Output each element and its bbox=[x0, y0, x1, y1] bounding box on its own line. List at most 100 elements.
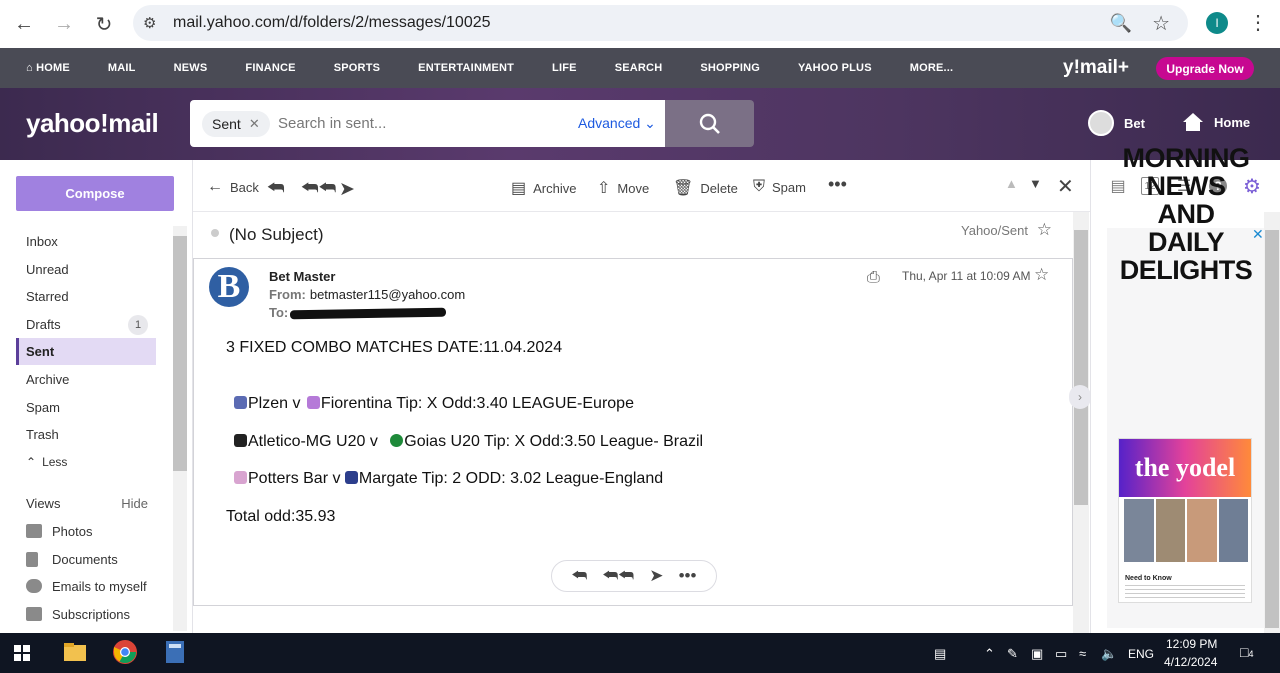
reply-all-button[interactable]: ⮪⮪ bbox=[301, 178, 336, 200]
delete-button[interactable]: 🗑 Delete bbox=[673, 178, 738, 198]
forward-arrow-icon[interactable]: → bbox=[44, 4, 84, 44]
home-icon[interactable] bbox=[1182, 111, 1204, 133]
back-button[interactable]: ← Back bbox=[207, 178, 259, 196]
clock-time[interactable]: 12:09 PM bbox=[1166, 637, 1217, 651]
folder-archive[interactable]: Archive bbox=[16, 366, 156, 393]
match-line-2: Atletico-MG U20 v Goias U20 Tip: X Odd:3… bbox=[234, 433, 703, 451]
rail-scroll-thumb[interactable] bbox=[1265, 230, 1279, 628]
nav-yahoo-plus[interactable]: YAHOO PLUS bbox=[779, 62, 891, 74]
potters-bar-crest-icon bbox=[234, 471, 247, 484]
sidebar-scrollbar[interactable] bbox=[173, 226, 187, 631]
forward-button[interactable]: ➤ bbox=[339, 178, 355, 201]
bookmark-star-icon[interactable]: ☆ bbox=[1152, 11, 1170, 36]
wifi-icon[interactable]: ≈ bbox=[1079, 646, 1086, 661]
folder-trash[interactable]: Trash bbox=[16, 421, 156, 448]
address-bar[interactable]: ⚙ mail.yahoo.com/d/folders/2/messages/10… bbox=[133, 5, 1188, 41]
clock-date[interactable]: 4/12/2024 bbox=[1164, 655, 1217, 669]
person-icon bbox=[26, 579, 42, 593]
forward-icon[interactable]: ➤ bbox=[649, 566, 663, 586]
nav-sports[interactable]: SPORTS bbox=[315, 62, 399, 74]
chrome-icon[interactable] bbox=[112, 639, 138, 665]
spam-button[interactable]: ⛨ Spam bbox=[753, 178, 806, 196]
reply-icon[interactable]: ⮪ bbox=[572, 566, 588, 586]
message-scrollbar[interactable] bbox=[1073, 212, 1089, 633]
subject-star-icon[interactable]: ☆ bbox=[1037, 220, 1052, 240]
expand-rail-icon[interactable]: › bbox=[1069, 385, 1091, 409]
ad-caption: Need to Know bbox=[1125, 575, 1172, 582]
from-email[interactable]: betmaster115@yahoo.com bbox=[310, 287, 465, 302]
battery-icon[interactable]: ▭ bbox=[1055, 646, 1067, 662]
folder-unread[interactable]: Unread bbox=[16, 256, 156, 283]
nav-life[interactable]: LIFE bbox=[533, 62, 596, 74]
view-photos[interactable]: Photos bbox=[26, 521, 92, 541]
message-scroll-thumb[interactable] bbox=[1074, 230, 1088, 505]
user-avatar[interactable] bbox=[1088, 110, 1114, 136]
next-message-icon[interactable]: ▼ bbox=[1029, 176, 1042, 191]
read-status-dot[interactable] bbox=[211, 229, 219, 237]
yahoo-mail-logo[interactable]: yahoo!mail bbox=[26, 108, 159, 139]
nav-news[interactable]: NEWS bbox=[155, 62, 227, 74]
sender-name[interactable]: Bet Master bbox=[269, 269, 335, 284]
reload-icon[interactable]: ↻ bbox=[84, 4, 124, 44]
nav-mail[interactable]: MAIL bbox=[89, 62, 155, 74]
site-info-icon[interactable]: ⚙ bbox=[143, 14, 156, 32]
folder-drafts[interactable]: Drafts 1 bbox=[16, 311, 156, 338]
notifications-icon[interactable]: □4 bbox=[1240, 644, 1253, 660]
reply-button[interactable]: ⮪ bbox=[267, 178, 285, 200]
ad-card[interactable]: the yodel Need to Know bbox=[1118, 438, 1252, 603]
tray-chevron-icon[interactable]: ⌃ bbox=[984, 646, 995, 662]
view-documents[interactable]: Documents bbox=[26, 549, 118, 569]
previous-message-icon[interactable]: ▲ bbox=[1005, 176, 1018, 191]
search-box[interactable]: Sent ✕ Search in sent... Advanced ⌄ bbox=[190, 100, 665, 147]
news-widget-icon[interactable]: ▤ bbox=[934, 646, 946, 662]
nav-home[interactable]: ⌂ HOME bbox=[0, 62, 89, 74]
drafts-count-badge: 1 bbox=[128, 315, 148, 335]
move-icon: ⇧ bbox=[597, 180, 611, 197]
view-emails-to-myself[interactable]: Emails to myself bbox=[26, 576, 147, 596]
archive-button[interactable]: ▤ Archive bbox=[511, 178, 576, 198]
close-icon[interactable]: ✕ bbox=[1057, 174, 1074, 199]
user-name[interactable]: Bet bbox=[1124, 116, 1145, 131]
calculator-icon[interactable] bbox=[162, 639, 188, 665]
folder-inbox[interactable]: Inbox bbox=[16, 228, 156, 255]
nav-search[interactable]: SEARCH bbox=[596, 62, 682, 74]
ymail-plus-logo[interactable]: y!mail+ bbox=[1063, 57, 1129, 79]
move-button[interactable]: ⇧ Move bbox=[597, 178, 649, 198]
nav-shopping[interactable]: SHOPPING bbox=[681, 62, 779, 74]
total-odd: Total odd:35.93 bbox=[226, 508, 336, 525]
nav-finance[interactable]: FINANCE bbox=[226, 62, 314, 74]
home-link[interactable]: Home bbox=[1214, 115, 1250, 130]
windows-start-icon[interactable] bbox=[14, 645, 30, 661]
zoom-icon[interactable]: 🔍 bbox=[1110, 13, 1132, 34]
chip-close-icon[interactable]: ✕ bbox=[249, 116, 260, 132]
upgrade-now-button[interactable]: Upgrade Now bbox=[1156, 57, 1254, 80]
folder-starred[interactable]: Starred bbox=[16, 283, 156, 310]
reply-all-icon[interactable]: ⮪⮪ bbox=[602, 566, 634, 586]
search-button[interactable] bbox=[665, 100, 754, 147]
folder-spam[interactable]: Spam bbox=[16, 394, 156, 421]
sidebar-scroll-thumb[interactable] bbox=[173, 236, 187, 471]
more-actions-icon[interactable]: ••• bbox=[679, 566, 697, 586]
browser-menu-icon[interactable]: ⋮ bbox=[1248, 10, 1268, 35]
nav-more[interactable]: MORE... bbox=[891, 62, 973, 74]
message-star-icon[interactable]: ☆ bbox=[1034, 265, 1049, 285]
volume-icon[interactable]: 🔈 bbox=[1101, 646, 1117, 662]
language-indicator[interactable]: ENG bbox=[1128, 647, 1154, 661]
advanced-search-toggle[interactable]: Advanced ⌄ bbox=[578, 115, 656, 132]
view-subscriptions[interactable]: Subscriptions bbox=[26, 604, 130, 624]
search-input[interactable]: Search in sent... bbox=[278, 115, 386, 132]
file-explorer-icon[interactable] bbox=[62, 639, 88, 665]
screen-icon[interactable]: ▣ bbox=[1031, 646, 1043, 662]
hide-views-link[interactable]: Hide bbox=[121, 496, 148, 511]
more-actions-icon[interactable]: ••• bbox=[828, 174, 847, 195]
less-toggle[interactable]: ⌃ Less bbox=[16, 448, 156, 475]
print-icon[interactable]: ⎙ bbox=[867, 269, 880, 287]
folder-sent[interactable]: Sent bbox=[16, 338, 156, 365]
pen-icon[interactable]: ✎ bbox=[1007, 646, 1018, 662]
search-scope-chip[interactable]: Sent ✕ bbox=[202, 111, 270, 137]
back-arrow-icon[interactable]: ← bbox=[4, 4, 44, 44]
nav-entertainment[interactable]: ENTERTAINMENT bbox=[399, 62, 533, 74]
profile-avatar[interactable]: I bbox=[1206, 12, 1228, 34]
rail-scrollbar[interactable] bbox=[1264, 212, 1280, 633]
compose-button[interactable]: Compose bbox=[16, 176, 174, 211]
